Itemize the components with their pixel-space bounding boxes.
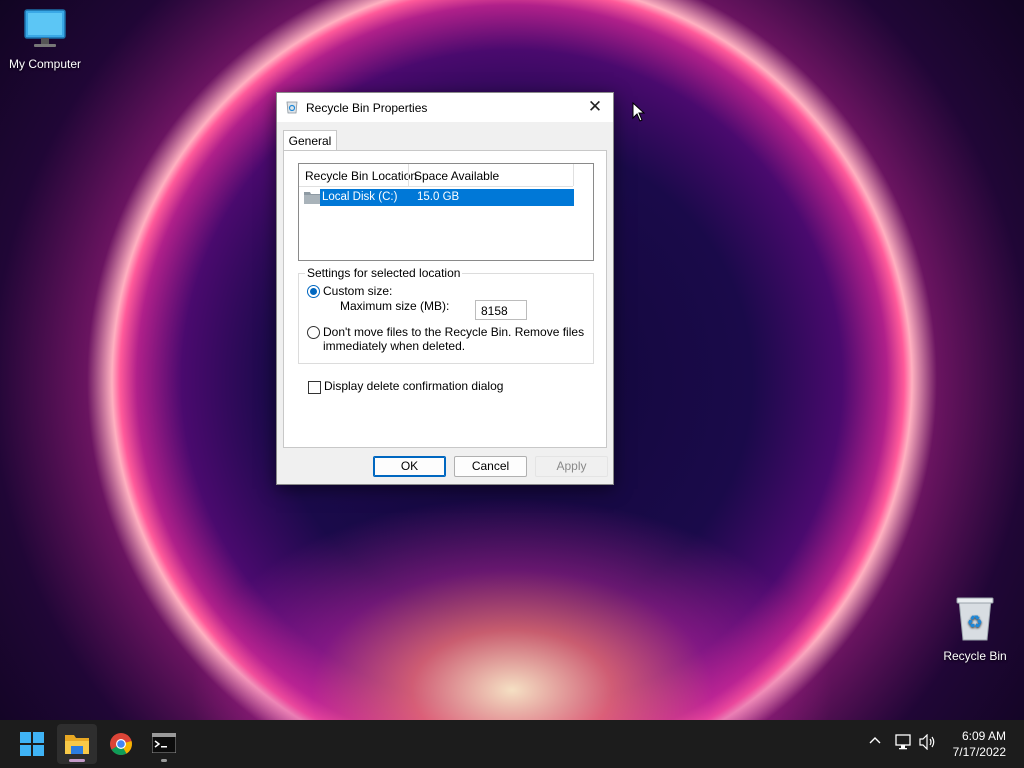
recycle-bin-desktop-icon[interactable]: ♻ Recycle Bin	[930, 596, 1020, 663]
apply-button[interactable]: Apply	[535, 456, 608, 477]
close-icon: ✕	[587, 97, 603, 116]
system-clock[interactable]: 6:09 AM 7/17/2022	[953, 728, 1006, 760]
svg-text:♻: ♻	[967, 612, 983, 633]
dont-move-files-label[interactable]: Don't move files to the Recycle Bin. Rem…	[323, 325, 584, 339]
column-header-location[interactable]: Recycle Bin Location	[305, 169, 417, 183]
location-list[interactable]: Recycle Bin Location Space Available Loc…	[298, 163, 594, 261]
recycle-bin-label: Recycle Bin	[943, 649, 1007, 663]
max-size-label: Maximum size (MB):	[340, 299, 450, 313]
settings-group-legend: Settings for selected location	[305, 266, 463, 280]
dialog-title: Recycle Bin Properties	[306, 101, 428, 115]
list-header: Recycle Bin Location Space Available	[299, 164, 574, 187]
list-row-local-disk[interactable]: Local Disk (C:) 15.0 GB	[303, 189, 574, 206]
close-button[interactable]: ✕	[581, 95, 609, 119]
start-button[interactable]	[12, 724, 52, 764]
my-computer-label: My Computer	[8, 57, 82, 71]
location-cell: Local Disk (C:)	[322, 191, 398, 203]
running-app-indicator	[161, 759, 167, 762]
taskbar: 6:09 AM 7/17/2022	[0, 720, 1024, 768]
recycle-bin-small-icon	[286, 101, 298, 117]
my-computer-desktop-icon[interactable]: My Computer	[0, 8, 90, 71]
taskbar-chrome[interactable]	[101, 724, 141, 764]
custom-size-radio[interactable]	[307, 285, 320, 298]
max-size-input[interactable]: 8158	[475, 300, 527, 320]
space-cell: 15.0 GB	[417, 191, 460, 203]
cancel-button[interactable]: Cancel	[454, 456, 527, 477]
delete-confirmation-label[interactable]: Display delete confirmation dialog	[324, 379, 503, 393]
taskbar-file-explorer[interactable]	[57, 724, 97, 764]
clock-time: 6:09 AM	[961, 729, 1006, 743]
computer-icon	[0, 8, 90, 53]
start-icon	[20, 732, 44, 759]
terminal-icon	[151, 732, 177, 756]
active-app-indicator	[69, 759, 85, 762]
taskbar-terminal[interactable]	[144, 724, 184, 764]
dont-move-files-label-line2[interactable]: immediately when deleted.	[323, 339, 465, 353]
settings-group: Settings for selected location Custom si…	[298, 266, 594, 364]
recycle-bin-icon: ♻	[930, 596, 1020, 645]
title-bar[interactable]: Recycle Bin Properties ✕	[277, 93, 613, 122]
file-explorer-icon	[65, 733, 89, 758]
custom-size-label[interactable]: Custom size:	[323, 284, 392, 298]
dont-move-files-radio[interactable]	[307, 326, 320, 339]
delete-confirmation-checkbox[interactable]	[308, 381, 321, 394]
chevron-up-icon[interactable]	[868, 734, 882, 751]
mouse-cursor-icon	[632, 101, 646, 125]
general-tab-panel: Recycle Bin Location Space Available Loc…	[283, 150, 607, 448]
volume-icon[interactable]	[919, 733, 937, 753]
ok-button[interactable]: OK	[373, 456, 446, 477]
column-header-space[interactable]: Space Available	[414, 169, 499, 183]
chrome-icon	[110, 733, 132, 758]
recycle-bin-properties-dialog: Recycle Bin Properties ✕ General Recycle…	[276, 92, 614, 485]
column-divider[interactable]	[408, 164, 409, 186]
column-divider[interactable]	[573, 164, 574, 186]
folder-icon	[304, 190, 320, 207]
clock-date: 7/17/2022	[952, 745, 1006, 759]
network-icon[interactable]	[895, 734, 913, 753]
tab-general[interactable]: General	[283, 130, 337, 151]
